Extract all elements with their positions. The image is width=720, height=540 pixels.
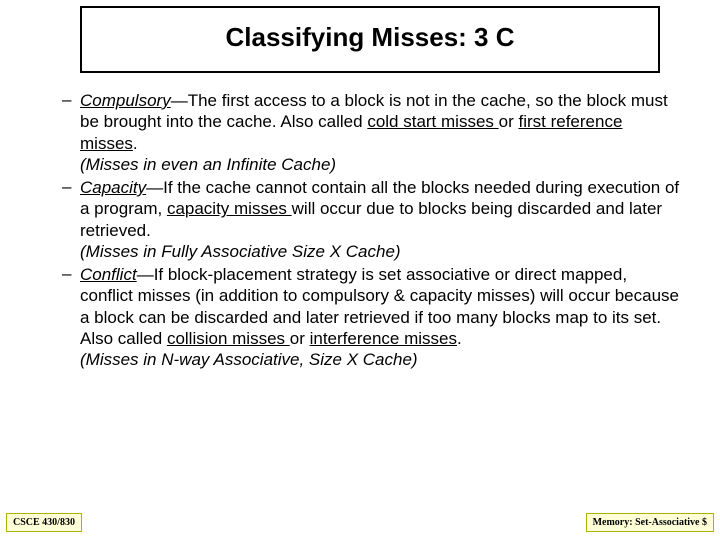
footer-left: CSCE 430/830 — [6, 513, 82, 532]
item-body: Conflict—If block-placement strategy is … — [80, 264, 680, 370]
list-item: – Capacity—If the cache cannot contain a… — [60, 177, 680, 262]
list-item: – Compulsory—The first access to a block… — [60, 90, 680, 175]
content-area: – Compulsory—The first access to a block… — [60, 90, 680, 372]
paren-note: (Misses in even an Infinite Cache) — [80, 155, 336, 174]
text-run: . — [457, 329, 462, 348]
mdash: — — [137, 265, 154, 284]
underline-run: collision misses — [167, 329, 290, 348]
item-body: Compulsory—The first access to a block i… — [80, 90, 680, 175]
title-box: Classifying Misses: 3 C — [80, 6, 660, 73]
paren-note: (Misses in N-way Associative, Size X Cac… — [80, 350, 418, 369]
mdash: — — [171, 91, 188, 110]
bullet-dash: – — [60, 90, 80, 175]
underline-run: cold start misses — [367, 112, 498, 131]
term-compulsory: Compulsory — [80, 91, 171, 110]
term-conflict: Conflict — [80, 265, 137, 284]
mdash: — — [146, 178, 163, 197]
text-run: . — [133, 134, 138, 153]
footer-right: Memory: Set-Associative $ — [586, 513, 714, 532]
underline-run: capacity misses — [167, 199, 292, 218]
term-capacity: Capacity — [80, 178, 146, 197]
bullet-dash: – — [60, 177, 80, 262]
underline-run: interference misses — [310, 329, 457, 348]
list-item: – Conflict—If block-placement strategy i… — [60, 264, 680, 370]
paren-note: (Misses in Fully Associative Size X Cach… — [80, 242, 401, 261]
bullet-dash: – — [60, 264, 80, 370]
slide-title: Classifying Misses: 3 C — [82, 22, 658, 53]
text-run: or — [290, 329, 310, 348]
item-body: Capacity—If the cache cannot contain all… — [80, 177, 680, 262]
text-run: or — [499, 112, 519, 131]
